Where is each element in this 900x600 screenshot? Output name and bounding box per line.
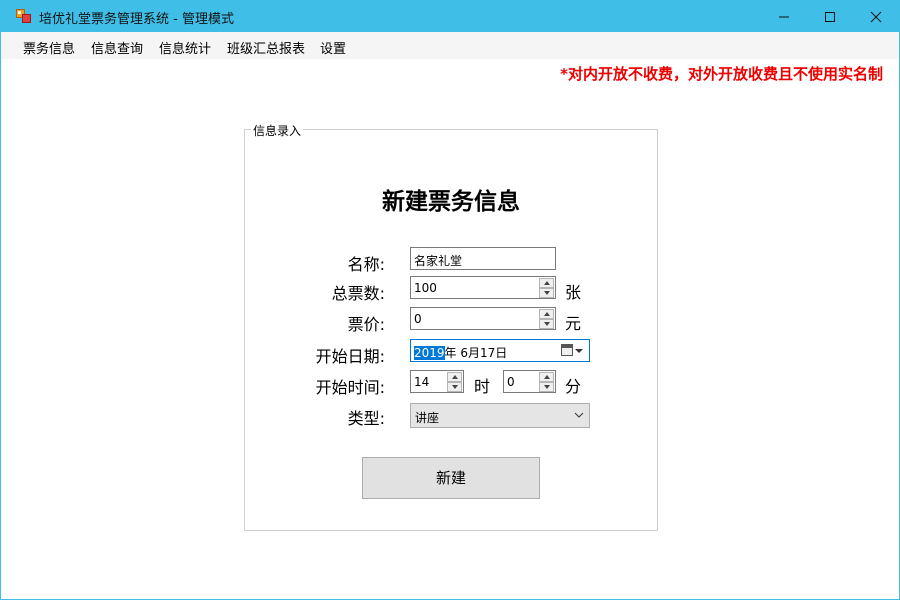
menu-class-report[interactable]: 班级汇总报表 xyxy=(227,38,305,57)
minute-spin[interactable] xyxy=(539,372,554,392)
close-icon xyxy=(870,11,882,23)
minute-unit: 分 xyxy=(565,377,582,396)
price-value: 0 xyxy=(414,312,422,326)
type-label: 类型: xyxy=(347,409,385,428)
menu-info-query[interactable]: 信息查询 xyxy=(91,38,143,57)
time-label: 开始时间: xyxy=(315,378,385,397)
total-spin-up[interactable] xyxy=(539,278,554,288)
window-title: 培优礼堂票务管理系统 - 管理模式 xyxy=(39,12,234,27)
type-value: 讲座 xyxy=(415,411,440,425)
maximize-icon xyxy=(825,12,835,22)
hour-stepper[interactable]: 14 xyxy=(410,370,464,393)
price-unit: 元 xyxy=(565,314,582,333)
menu-ticket-info[interactable]: 票务信息 xyxy=(23,38,75,57)
hour-spin-up[interactable] xyxy=(447,372,462,382)
name-label: 名称: xyxy=(347,255,385,274)
hour-spin-down[interactable] xyxy=(447,382,462,392)
price-spin-down[interactable] xyxy=(539,319,554,329)
price-spin[interactable] xyxy=(539,309,554,329)
arrow-down-icon xyxy=(452,385,458,389)
hour-unit: 时 xyxy=(474,377,491,396)
date-rest: 年 6月17日 xyxy=(444,346,508,360)
arrow-down-icon xyxy=(544,291,550,295)
create-button[interactable]: 新建 xyxy=(362,457,540,499)
type-select[interactable]: 讲座 xyxy=(410,403,590,428)
app-window: 培优礼堂票务管理系统 - 管理模式 票务信息 信息查询 信息统计 班级汇总报表 … xyxy=(0,0,900,600)
minimize-button[interactable] xyxy=(761,1,807,32)
date-value: 2019年 6月17日 xyxy=(414,344,507,361)
hour-spin[interactable] xyxy=(447,372,462,392)
price-label: 票价: xyxy=(347,315,385,334)
close-button[interactable] xyxy=(853,1,899,32)
date-label: 开始日期: xyxy=(315,347,385,366)
arrow-up-icon xyxy=(452,375,458,379)
hour-value: 14 xyxy=(414,375,430,389)
calendar-icon[interactable] xyxy=(561,344,573,356)
date-year: 2019 xyxy=(414,346,445,360)
total-value: 100 xyxy=(414,281,437,295)
group-label: 信息录入 xyxy=(251,122,304,139)
menu-settings[interactable]: 设置 xyxy=(320,38,346,57)
arrow-down-icon xyxy=(544,385,550,389)
maximize-button[interactable] xyxy=(807,1,853,32)
total-spin-down[interactable] xyxy=(539,288,554,298)
name-input[interactable]: 名家礼堂 xyxy=(410,247,556,270)
minute-value: 0 xyxy=(507,375,515,389)
menu-info-stats[interactable]: 信息统计 xyxy=(159,38,211,57)
name-value: 名家礼堂 xyxy=(414,254,463,268)
date-picker[interactable]: 2019年 6月17日 xyxy=(410,339,590,362)
minute-spin-down[interactable] xyxy=(539,382,554,392)
price-spin-up[interactable] xyxy=(539,309,554,319)
arrow-up-icon xyxy=(544,281,550,285)
dropdown-arrow-icon[interactable] xyxy=(575,349,583,353)
form-heading: 新建票务信息 xyxy=(382,189,520,215)
menu-bar: 票务信息 信息查询 信息统计 班级汇总报表 设置 xyxy=(1,32,899,59)
notice-text: *对内开放不收费，对外开放收费且不使用实名制 xyxy=(560,65,883,83)
app-icon xyxy=(16,9,32,23)
minimize-icon xyxy=(779,16,789,18)
chevron-down-icon xyxy=(574,412,584,418)
price-stepper[interactable]: 0 xyxy=(410,307,556,330)
title-bar[interactable]: 培优礼堂票务管理系统 - 管理模式 xyxy=(1,1,899,32)
arrow-down-icon xyxy=(544,322,550,326)
total-spin[interactable] xyxy=(539,278,554,298)
total-unit: 张 xyxy=(565,283,582,302)
arrow-up-icon xyxy=(544,312,550,316)
total-stepper[interactable]: 100 xyxy=(410,276,556,299)
minute-stepper[interactable]: 0 xyxy=(503,370,556,393)
total-label: 总票数: xyxy=(331,284,385,303)
arrow-up-icon xyxy=(544,375,550,379)
minute-spin-up[interactable] xyxy=(539,372,554,382)
